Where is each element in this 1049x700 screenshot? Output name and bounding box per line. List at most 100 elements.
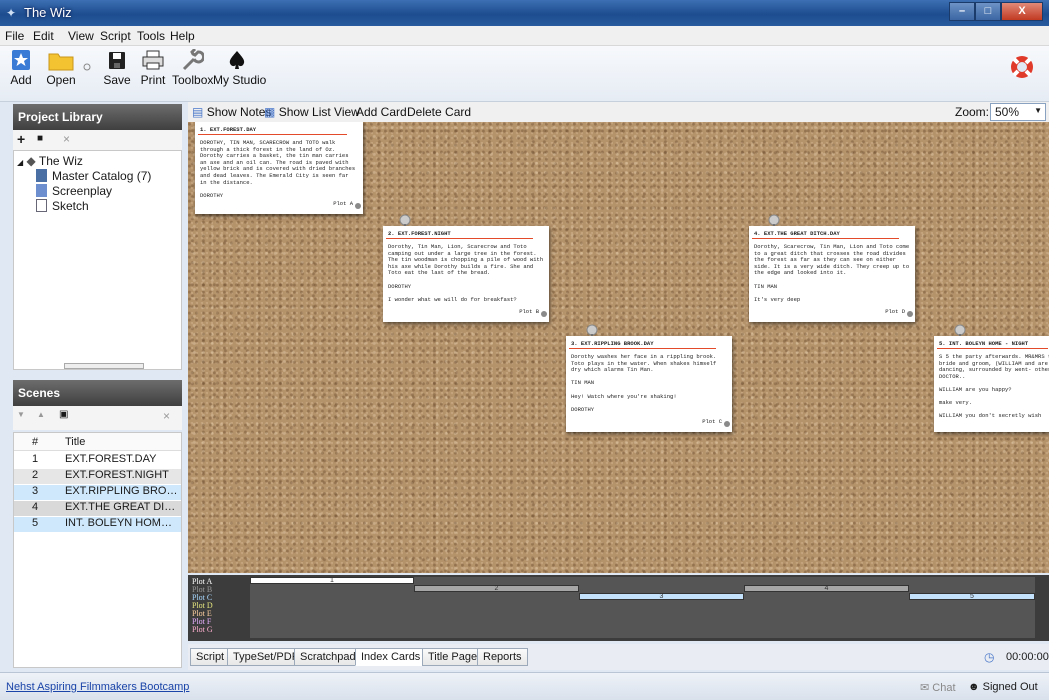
- table-row[interactable]: 5 INT. BOLEYN HOME - ...: [14, 517, 181, 532]
- view-tabs: Script TypeSet/PDF Scratchpad Index Card…: [188, 644, 1049, 670]
- save-button[interactable]: Save: [102, 49, 132, 87]
- plot-timeline: Plot A Plot B Plot C Plot D Plot E Plot …: [188, 575, 1049, 641]
- zoom-label: Zoom:: [955, 105, 990, 119]
- status-bar: Nehst Aspiring Filmmakers Bootcamp ✉ Cha…: [0, 672, 1049, 700]
- window-controls: – □ X: [949, 2, 1043, 21]
- tab-scratchpad[interactable]: Scratchpad: [294, 648, 362, 666]
- help-lifebuoy-button[interactable]: [1005, 54, 1039, 83]
- card-title[interactable]: 4. EXT.THE GREAT DITCH.DAY: [752, 229, 899, 239]
- chat-button[interactable]: ✉ Chat: [920, 681, 956, 694]
- remove-library-item-icon[interactable]: ×: [63, 132, 70, 146]
- card-plot: Plot D: [885, 308, 905, 316]
- list-view-icon: ▩: [264, 105, 276, 119]
- index-card-5[interactable]: 5. INT. BOLEYN HOME - NIGHT S 5 the part…: [934, 336, 1049, 432]
- wrench-icon: [182, 49, 204, 71]
- notes-icon: ▤: [192, 105, 204, 119]
- table-row[interactable]: 4 EXT.THE GREAT DITC...: [14, 501, 181, 516]
- scenes-header: Scenes: [13, 380, 182, 406]
- timeline-segment[interactable]: 5: [909, 593, 1035, 600]
- tab-index-cards[interactable]: Index Cards: [355, 648, 427, 666]
- library-toolbar: + ■ ×: [13, 130, 182, 150]
- tree-item-sketch[interactable]: Sketch: [36, 199, 89, 213]
- floppy-icon: [109, 52, 125, 69]
- maximize-button[interactable]: □: [975, 2, 1001, 21]
- minimize-button[interactable]: –: [949, 2, 975, 21]
- menu-help[interactable]: Help: [170, 29, 195, 43]
- index-card-2[interactable]: 2. EXT.FOREST.NIGHT Dorothy, Tin Man, Li…: [383, 226, 549, 322]
- tree-item-screenplay[interactable]: Screenplay: [36, 184, 112, 198]
- zoom-select[interactable]: 50% ▼: [990, 103, 1046, 121]
- move-up-icon[interactable]: ▲: [37, 410, 45, 419]
- show-notes-button[interactable]: ▤ Show Notes: [192, 105, 271, 119]
- menu-file[interactable]: File: [5, 29, 24, 43]
- split-scene-icon[interactable]: ▣: [59, 409, 68, 420]
- open-button[interactable]: Open: [44, 49, 78, 87]
- card-plot: Plot A: [333, 200, 353, 208]
- delete-card-button[interactable]: Delete Card: [407, 105, 471, 119]
- title-bar: ✦ The Wiz – □ X: [0, 0, 1049, 26]
- toolbox-button[interactable]: Toolbox: [172, 49, 213, 87]
- menu-script[interactable]: Script: [100, 29, 131, 43]
- menu-edit[interactable]: Edit: [33, 29, 54, 43]
- table-row[interactable]: 1 EXT.FOREST.DAY: [14, 453, 181, 468]
- corkboard: 1. EXT.FOREST.DAY DOROTHY, TIN MAN, SCAR…: [188, 122, 1049, 573]
- table-row[interactable]: 3EXT.RIPPLING BROOK....: [14, 485, 181, 500]
- plot-dot-icon: [541, 311, 547, 317]
- show-list-view-button[interactable]: ▩ Show List View: [264, 105, 360, 119]
- timeline-segment[interactable]: 4: [744, 585, 909, 592]
- my-studio-button[interactable]: My Studio: [213, 49, 266, 87]
- library-tree: ◢ ◆ The Wiz Master Catalog (7) Screenpla…: [13, 150, 182, 370]
- scenes-toolbar: ▼ ▲ ▣ ×: [13, 406, 182, 430]
- card-text[interactable]: DOROTHY, TIN MAN, SCARECROW and TOTO wal…: [200, 140, 358, 199]
- screenplay-icon: [36, 184, 47, 197]
- index-card-3[interactable]: 3. EXT.RIPPLING BROOK.DAY Dorothy washes…: [566, 336, 732, 432]
- print-button[interactable]: Print: [138, 49, 168, 87]
- add-card-button[interactable]: Add Card: [356, 105, 407, 119]
- tree-item-master-catalog[interactable]: Master Catalog (7): [36, 169, 151, 183]
- timeline-lanes: 1 2 3 4 5: [250, 577, 1035, 638]
- tab-title-page[interactable]: Title Page: [422, 648, 484, 666]
- add-button[interactable]: Add: [6, 49, 36, 87]
- card-title[interactable]: 2. EXT.FOREST.NIGHT: [386, 229, 533, 239]
- timer-value: 00:00:00: [1006, 651, 1049, 663]
- table-row[interactable]: 2 EXT.FOREST.NIGHT: [14, 469, 181, 484]
- plot-g-label[interactable]: Plot G: [192, 626, 213, 634]
- index-card-1[interactable]: 1. EXT.FOREST.DAY DOROTHY, TIN MAN, SCAR…: [195, 122, 363, 214]
- tree-scrollbar[interactable]: [64, 363, 144, 369]
- tree-root[interactable]: ◢ ◆ The Wiz: [17, 154, 83, 168]
- menu-tools[interactable]: Tools: [137, 29, 165, 43]
- card-text[interactable]: Dorothy washes her face in a rippling br…: [571, 354, 727, 413]
- card-title[interactable]: 1. EXT.FOREST.DAY: [198, 125, 347, 135]
- menu-view[interactable]: View: [68, 29, 94, 43]
- signed-out-button[interactable]: ☻ Signed Out: [968, 681, 1038, 693]
- menu-bar: File Edit View Script Tools Help: [0, 26, 1049, 46]
- timer-icon[interactable]: ◷: [984, 650, 994, 664]
- card-text[interactable]: S 5 the party afterwards. MR&MRS the bri…: [939, 354, 1049, 420]
- tab-script[interactable]: Script: [190, 648, 231, 666]
- card-text[interactable]: Dorothy, Scarecrow, Tin Man, Lion and To…: [754, 244, 910, 303]
- card-title[interactable]: 3. EXT.RIPPLING BROOK.DAY: [569, 339, 716, 349]
- timeline-segment[interactable]: 1: [250, 577, 414, 584]
- collapse-arrow-icon[interactable]: ◢: [17, 158, 23, 167]
- timeline-segment[interactable]: 3: [579, 593, 744, 600]
- card-text[interactable]: Dorothy, Tin Man, Lion, Scarecrow and To…: [388, 244, 544, 303]
- index-card-toolbar: ▤ Show Notes ▩ Show List View Add Card D…: [188, 102, 1049, 122]
- close-button[interactable]: X: [1001, 2, 1043, 21]
- card-plot: Plot C: [702, 418, 722, 426]
- printer-icon: [142, 50, 164, 70]
- plot-dot-icon: [907, 311, 913, 317]
- remove-scene-icon[interactable]: ×: [163, 409, 170, 423]
- add-library-item-icon[interactable]: +: [17, 131, 25, 147]
- index-card-4[interactable]: 4. EXT.THE GREAT DITCH.DAY Dorothy, Scar…: [749, 226, 915, 322]
- catalog-icon: [36, 169, 47, 182]
- tab-typeset-pdf[interactable]: TypeSet/PDF: [227, 648, 305, 666]
- chat-icon: ✉: [920, 682, 930, 694]
- card-title[interactable]: 5. INT. BOLEYN HOME - NIGHT: [937, 339, 1048, 349]
- plot-dot-icon: [355, 203, 361, 209]
- move-down-icon[interactable]: ▼: [17, 410, 25, 419]
- bootcamp-link[interactable]: Nehst Aspiring Filmmakers Bootcamp: [6, 681, 189, 693]
- folder-small-icon[interactable]: ■: [37, 133, 43, 144]
- timeline-segment[interactable]: 2: [414, 585, 579, 592]
- tab-reports[interactable]: Reports: [477, 648, 528, 666]
- dropdown-dot-icon[interactable]: [82, 60, 92, 74]
